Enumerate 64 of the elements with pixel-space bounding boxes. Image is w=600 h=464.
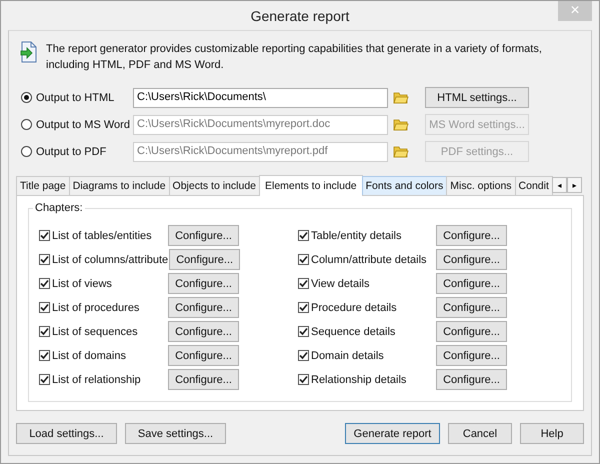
configure-button[interactable]: Configure...: [436, 225, 507, 246]
configure-button[interactable]: Configure...: [436, 297, 507, 318]
checkbox[interactable]: [39, 278, 50, 289]
checkbox[interactable]: [39, 302, 50, 313]
folder-icon[interactable]: [393, 145, 409, 158]
checkbox-label[interactable]: List of sequences: [52, 326, 138, 338]
group-title: Chapters:: [33, 202, 85, 214]
checkbox[interactable]: [39, 374, 50, 385]
checkbox-label[interactable]: List of tables/entities: [52, 230, 152, 242]
tab[interactable]: Misc. options: [446, 176, 516, 195]
tab-scroll-button[interactable]: ◂: [552, 177, 567, 193]
checkbox-label[interactable]: Table/entity details: [311, 230, 402, 242]
checkbox-label[interactable]: List of procedures: [52, 302, 140, 314]
checkbox-label[interactable]: Procedure details: [311, 302, 397, 314]
checkbox[interactable]: [298, 302, 309, 313]
configure-button[interactable]: Configure...: [168, 225, 239, 246]
tab[interactable]: Elements to include: [259, 175, 363, 196]
checkbox[interactable]: [39, 350, 50, 361]
tab-scroll-button[interactable]: ▸: [566, 177, 582, 193]
checkbox[interactable]: [39, 254, 50, 265]
settings-button[interactable]: HTML settings...: [425, 87, 529, 108]
configure-button[interactable]: Configure...: [169, 249, 240, 270]
document-arrow-icon: [20, 41, 38, 63]
checkbox[interactable]: [298, 326, 309, 337]
configure-button[interactable]: Configure...: [436, 345, 507, 366]
checkbox-label[interactable]: List of columns/attribute: [52, 254, 168, 266]
description-text: The report generator provides customizable reporting capabilities that generate in a variety of formats, including HTML, PDF and MS Word.: [46, 42, 543, 73]
checkbox-label[interactable]: Domain details: [311, 350, 384, 362]
dialog-button[interactable]: Help: [520, 423, 584, 444]
window-title: Generate report: [250, 8, 350, 24]
dialog-button[interactable]: Generate report: [345, 423, 440, 444]
checkbox[interactable]: [298, 254, 309, 265]
checkbox[interactable]: [298, 350, 309, 361]
checkbox[interactable]: [298, 230, 309, 241]
checkbox[interactable]: [39, 326, 50, 337]
checkbox-label[interactable]: Sequence details: [311, 326, 396, 338]
configure-button[interactable]: Configure...: [168, 345, 239, 366]
checkbox-label[interactable]: Relationship details: [311, 374, 406, 386]
checkbox-label[interactable]: View details: [311, 278, 370, 290]
folder-icon[interactable]: [393, 118, 409, 131]
dialog-button[interactable]: Cancel: [448, 423, 512, 444]
folder-icon[interactable]: [393, 91, 409, 104]
configure-button[interactable]: Configure...: [436, 369, 507, 390]
configure-button[interactable]: Configure...: [168, 297, 239, 318]
configure-button[interactable]: Configure...: [436, 321, 507, 342]
path-field[interactable]: C:\Users\Rick\Documents\: [133, 88, 388, 108]
tab[interactable]: Fonts and colors: [362, 176, 448, 195]
configure-button[interactable]: Configure...: [436, 249, 507, 270]
tab[interactable]: Title page: [16, 176, 70, 195]
settings-file-button[interactable]: Save settings...: [125, 423, 226, 444]
checkbox-label[interactable]: List of views: [52, 278, 112, 290]
configure-button[interactable]: Configure...: [436, 273, 507, 294]
checkbox-label[interactable]: Column/attribute details: [311, 254, 427, 266]
checkbox-label[interactable]: List of relationship: [52, 374, 141, 386]
output-radio[interactable]: Output to HTML: [21, 92, 133, 104]
checkbox-label[interactable]: List of domains: [52, 350, 126, 362]
configure-button[interactable]: Configure...: [168, 273, 239, 294]
checkbox[interactable]: [39, 230, 50, 241]
checkbox[interactable]: [298, 374, 309, 385]
configure-button[interactable]: Configure...: [168, 369, 239, 390]
tab[interactable]: Condit: [514, 176, 553, 195]
configure-button[interactable]: Configure...: [168, 321, 239, 342]
checkbox[interactable]: [298, 278, 309, 289]
settings-file-button[interactable]: Load settings...: [16, 423, 117, 444]
